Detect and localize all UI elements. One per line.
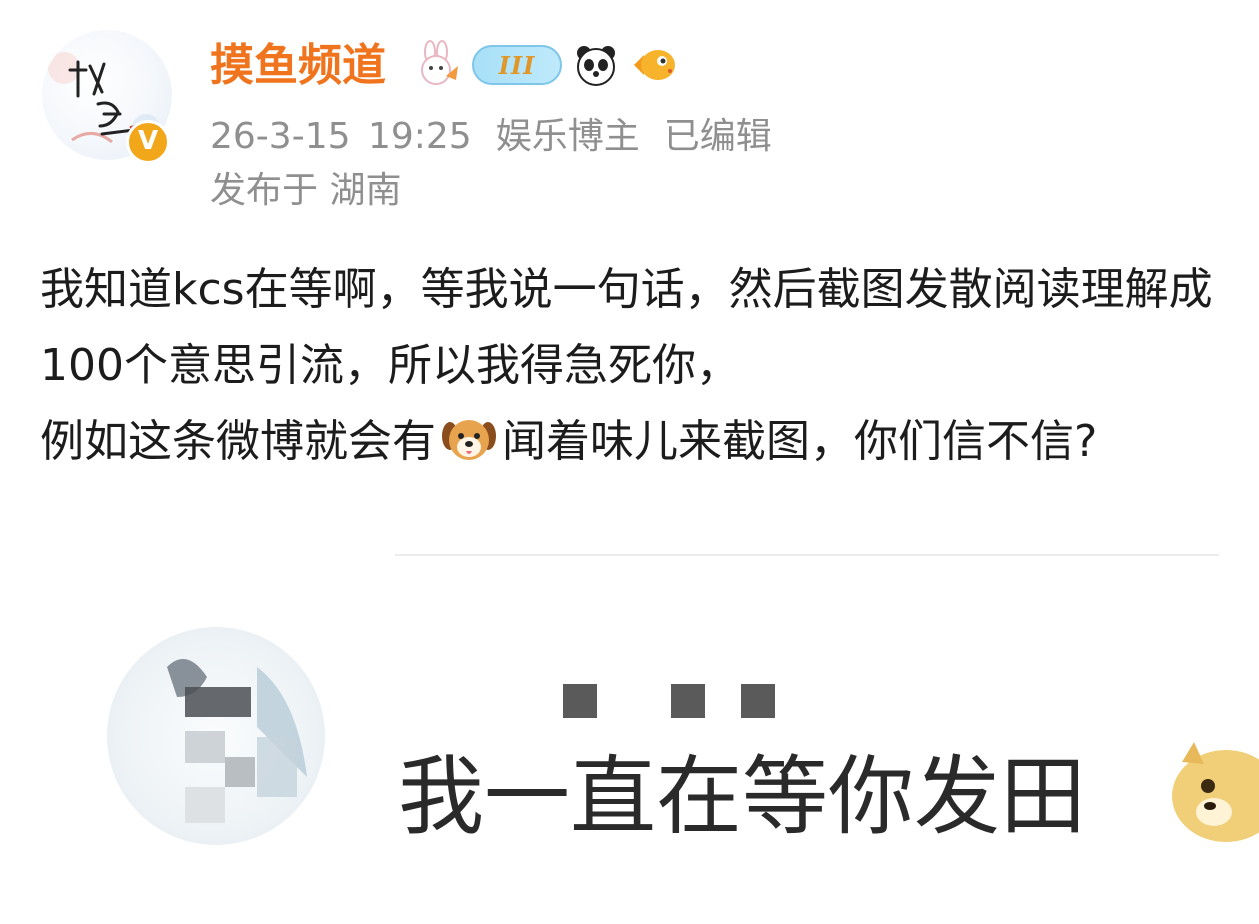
attached-caption: 我一直在等你发田: [398, 747, 1086, 847]
post-content: 我知道kcs在等啊，等我说一句话，然后截图发散阅读理解成100个意思引流，所以我…: [40, 252, 1230, 480]
panda-icon[interactable]: [572, 41, 620, 89]
post-time[interactable]: 26-3-15 19:25: [210, 116, 472, 157]
redacted-square: [563, 684, 597, 718]
verified-badge-icon: V: [126, 120, 170, 164]
blurred-avatar-art-icon: [167, 659, 307, 823]
bunny-badge-icon[interactable]: [412, 40, 462, 90]
redacted-square: [671, 684, 705, 718]
author-badges: III: [412, 40, 678, 90]
level-badge[interactable]: III: [472, 45, 562, 85]
redacted-square: [741, 684, 775, 718]
dog-face-icon: [442, 420, 496, 460]
attached-avatar: [107, 627, 325, 845]
author-name[interactable]: 摸鱼频道: [210, 36, 386, 96]
author-category: 娱乐博主: [495, 116, 640, 157]
post-text-part2: 闻着味儿来截图，你们信不信?: [502, 416, 1098, 467]
level-badge-text: III: [498, 50, 536, 80]
doge-icon: [1170, 742, 1259, 842]
post-meta: 26-3-15 19:25 娱乐博主 已编辑: [210, 112, 772, 162]
fish-icon[interactable]: [630, 41, 678, 89]
post-location: 发布于 湖南: [210, 170, 402, 211]
edited-label[interactable]: 已编辑: [664, 116, 772, 157]
content-divider: [395, 554, 1219, 556]
